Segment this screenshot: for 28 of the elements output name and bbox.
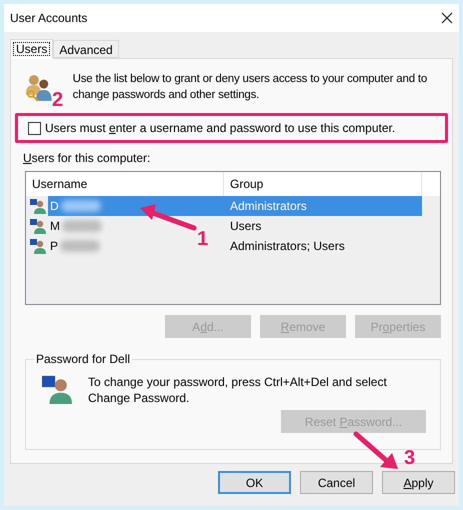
user-monitor-icon bbox=[30, 218, 46, 234]
window-title: User Accounts bbox=[10, 10, 88, 27]
dialog-button[interactable]: OK bbox=[218, 471, 291, 494]
checkbox[interactable] bbox=[28, 122, 41, 134]
redaction-blur bbox=[60, 200, 101, 212]
tab[interactable]: Users bbox=[10, 39, 54, 59]
password-hint-text: To change your password, press Ctrl+Alt+Del and select Change Password. bbox=[88, 374, 388, 406]
close-icon[interactable] bbox=[441, 12, 453, 24]
user-monitor-icon bbox=[42, 374, 72, 404]
redaction-blur bbox=[62, 220, 102, 232]
annotation-number: 3 bbox=[404, 448, 416, 468]
redaction-blur bbox=[60, 240, 100, 252]
tab[interactable]: Advanced bbox=[53, 40, 119, 58]
group-cell[interactable]: Users bbox=[224, 216, 422, 236]
user-monitor-icon bbox=[30, 238, 46, 254]
group-title: Password for Dell bbox=[35, 351, 132, 368]
list-label: Users for this computer: bbox=[23, 150, 152, 167]
users-key-icon bbox=[25, 73, 53, 103]
dialog-button[interactable]: Cancel bbox=[300, 471, 373, 494]
username-cell: M bbox=[48, 216, 120, 236]
annotation-number: 2 bbox=[52, 90, 64, 110]
user-monitor-icon bbox=[30, 198, 46, 214]
group-cell[interactable]: Administrators; Users bbox=[224, 236, 422, 256]
description-text: Use the list below to grant or deny users access to your computer and to change passwords and other settings. bbox=[72, 72, 428, 103]
username-cell: D bbox=[48, 196, 120, 216]
username-cell: P bbox=[48, 236, 120, 256]
dialog-button[interactable]: Apply bbox=[382, 471, 455, 494]
annotation-number: 1 bbox=[197, 229, 208, 249]
